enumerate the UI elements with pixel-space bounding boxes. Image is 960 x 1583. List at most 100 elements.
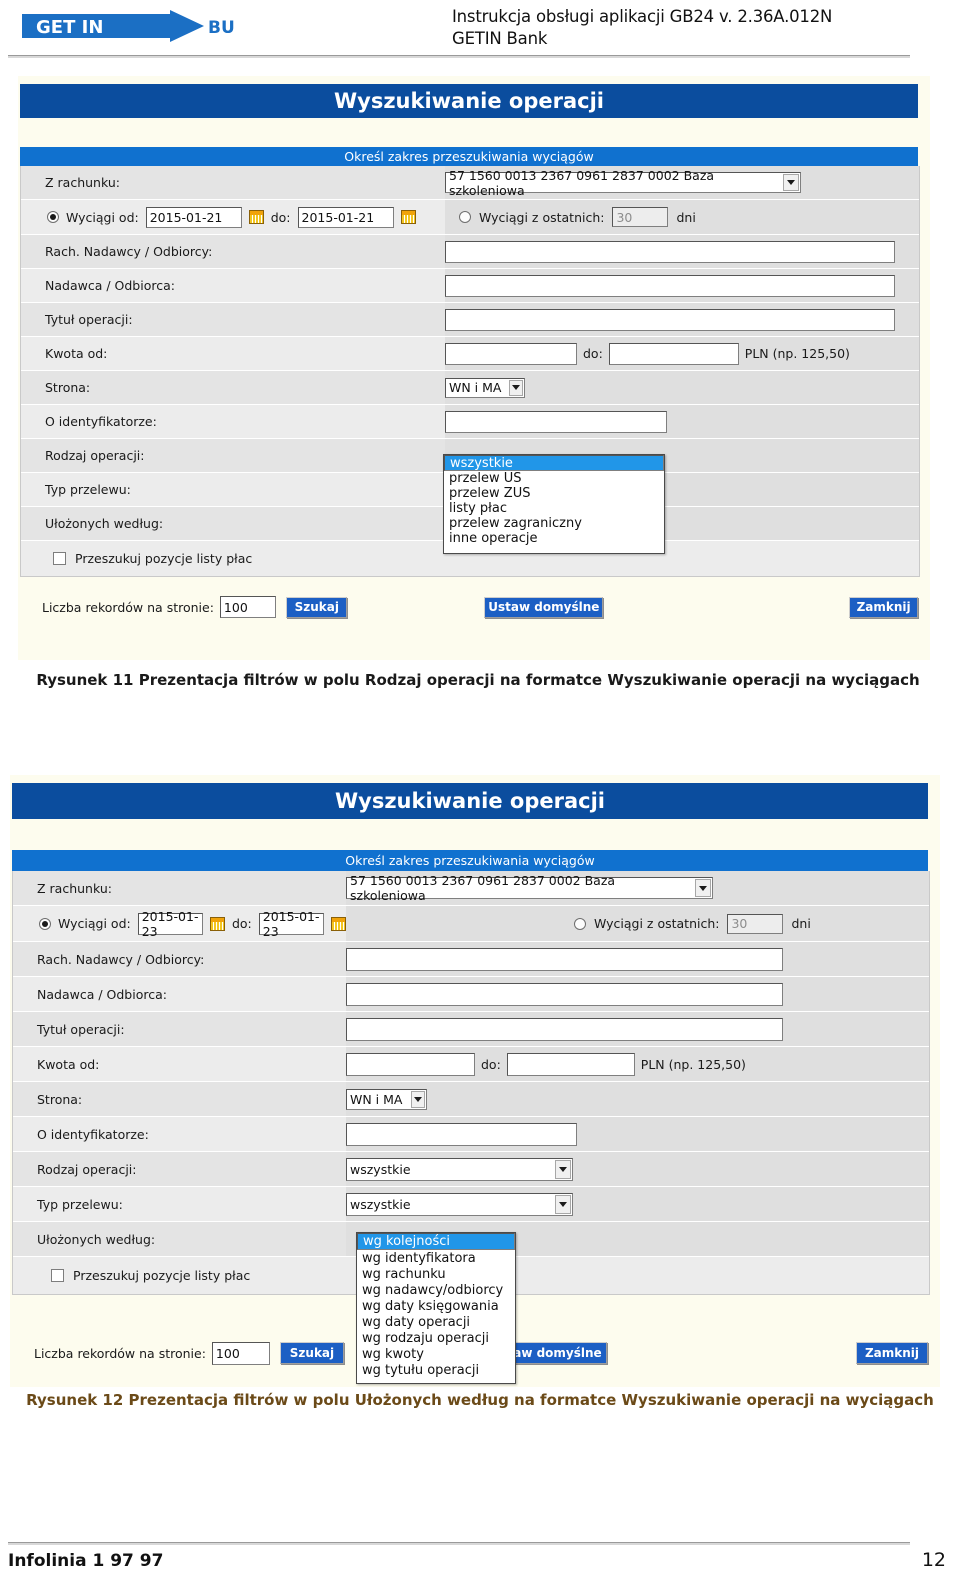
days-input-1[interactable]: 30 — [612, 207, 669, 227]
row-operation-title-2: Tytuł operacji: — [13, 1012, 929, 1047]
label-sorted-by-1: Ułożonych według: — [45, 516, 164, 531]
calendar-icon[interactable] — [209, 916, 225, 931]
search-button-1[interactable]: Szukaj — [286, 596, 348, 618]
dropdown-option[interactable]: przelew zagraniczny — [444, 516, 664, 531]
identifier-input-2[interactable] — [346, 1122, 577, 1146]
amount-to-input-2[interactable] — [506, 1052, 635, 1076]
account-select-1[interactable]: 57 1560 0013 2367 0961 2837 0002 Baza sz… — [445, 168, 801, 198]
label-search-payroll-2: Przeszukuj pozycje listy płac — [73, 1268, 251, 1283]
records-per-page-input-1[interactable]: 100 — [219, 596, 277, 618]
row-identifier-1: O identyfikatorze: — [21, 405, 919, 439]
search-button-2[interactable]: Szukaj — [279, 1342, 345, 1364]
counterparty-account-input-2[interactable] — [346, 947, 783, 971]
row-operation-type-2: Rodzaj operacji: wszystkie — [13, 1152, 929, 1187]
calendar-icon[interactable] — [330, 916, 346, 931]
label-statements-from-1: Wyciągi od: — [66, 209, 139, 225]
form-title-bar-1: Wyszukiwanie operacji — [20, 84, 918, 118]
radio-last-statements-2[interactable] — [574, 917, 586, 930]
dropdown-option[interactable]: wg kolejności — [357, 1233, 515, 1250]
row-side-1: Strona: WN i MA — [21, 371, 919, 405]
section-header-bar-2: Określ zakres przeszukiwania wyciągów — [12, 850, 928, 872]
currency-hint-1: PLN (np. 125,50) — [744, 346, 850, 361]
amount-to-input-1[interactable] — [608, 342, 739, 365]
footer-page-number: 12 — [921, 1549, 946, 1571]
operation-title-input-2[interactable] — [346, 1017, 783, 1041]
counterparty-account-input-1[interactable] — [445, 240, 895, 263]
dropdown-option[interactable]: wg nadawcy/odbiorcy — [357, 1282, 515, 1298]
document-title-line2: GETIN Bank — [452, 29, 548, 48]
operation-type-dropdown-list-1[interactable]: wszystkie przelew US przelew ZUS listy p… — [443, 454, 665, 554]
counterparty-input-1[interactable] — [445, 274, 895, 297]
figure12-screenshot: Wyszukiwanie operacji Określ zakres prze… — [10, 775, 940, 1387]
amount-from-input-1[interactable] — [445, 342, 577, 365]
date-from-input-1[interactable]: 2015-01-21 — [145, 206, 242, 228]
chevron-down-icon — [555, 1159, 571, 1179]
dropdown-option[interactable]: wg tytułu operacji — [357, 1362, 515, 1378]
records-per-page-input-2[interactable]: 100 — [211, 1341, 270, 1365]
dropdown-option[interactable]: wg rodzaju operacji — [357, 1330, 515, 1346]
radio-statements-from-2[interactable] — [39, 917, 51, 930]
label-operation-title-2: Tytuł operacji: — [37, 1021, 125, 1037]
dropdown-option[interactable]: wg daty operacji — [357, 1314, 515, 1330]
date-to-input-1[interactable]: 2015-01-21 — [297, 206, 394, 228]
transfer-type-value-2: wszystkie — [350, 1196, 411, 1212]
label-counterparty-2: Nadawca / Odbiorca: — [37, 986, 167, 1002]
row-amount-1: Kwota od: do: PLN (np. 125,50) — [21, 337, 919, 371]
row-counterparty-1: Nadawca / Odbiorca: — [21, 269, 919, 303]
operation-type-select-2[interactable]: wszystkie — [346, 1157, 573, 1181]
dropdown-option[interactable]: wg daty księgowania — [357, 1298, 515, 1314]
calendar-icon[interactable] — [248, 210, 264, 224]
label-operation-type-1: Rodzaj operacji: — [45, 448, 145, 463]
side-select-2[interactable]: WN i MA — [346, 1088, 427, 1110]
side-select-1[interactable]: WN i MA — [445, 377, 525, 398]
section-header-2: Określ zakres przeszukiwania wyciągów — [345, 853, 595, 868]
close-button-2[interactable]: Zamknij — [856, 1342, 928, 1364]
account-select-2[interactable]: 57 1560 0013 2367 0961 2837 0002 Baza sz… — [346, 873, 713, 903]
counterparty-input-2[interactable] — [346, 982, 783, 1006]
dropdown-option[interactable]: listy płac — [444, 501, 664, 516]
label-account-2: Z rachunku: — [37, 880, 112, 896]
label-side-2: Strona: — [37, 1091, 83, 1107]
header-divider — [8, 55, 910, 58]
label-date-to-2: do: — [231, 916, 252, 931]
radio-statements-from-1[interactable] — [47, 211, 59, 223]
sorted-by-dropdown-list-2[interactable]: wg kolejności wg identyfikatora wg rachu… — [356, 1232, 516, 1384]
dropdown-option[interactable]: wg identyfikatora — [357, 1250, 515, 1266]
operation-type-value-2: wszystkie — [350, 1161, 411, 1177]
dropdown-option[interactable]: wg kwoty — [357, 1346, 515, 1362]
row-identifier-2: O identyfikatorze: — [13, 1117, 929, 1152]
label-transfer-type-2: Typ przelewu: — [37, 1196, 123, 1212]
row-counterparty-account-2: Rach. Nadawcy / Odbiorcy: — [13, 942, 929, 977]
label-days-1: dni — [676, 209, 696, 225]
figure11-screenshot: Wyszukiwanie operacji Określ zakres prze… — [18, 76, 930, 660]
date-from-input-2[interactable]: 2015-01-23 — [137, 909, 203, 939]
side-select-value-1: WN i MA — [449, 380, 502, 395]
calendar-icon[interactable] — [400, 210, 416, 224]
dropdown-option[interactable]: wg rachunku — [357, 1266, 515, 1282]
dropdown-option[interactable]: przelew US — [444, 471, 664, 486]
checkbox-search-payroll-2[interactable] — [51, 1269, 64, 1282]
account-select-value-2: 57 1560 0013 2367 0961 2837 0002 Baza sz… — [350, 873, 616, 903]
close-button-1[interactable]: Zamknij — [849, 596, 918, 618]
amount-from-input-2[interactable] — [346, 1052, 475, 1076]
chevron-down-icon — [509, 379, 523, 396]
form-actions-1: Liczba rekordów na stronie: 100 Szukaj U… — [20, 591, 918, 623]
label-account-1: Z rachunku: — [45, 175, 120, 190]
date-to-input-2[interactable]: 2015-01-23 — [258, 909, 324, 939]
checkbox-search-payroll-1[interactable] — [53, 552, 66, 565]
transfer-type-select-2[interactable]: wszystkie — [346, 1192, 573, 1216]
dropdown-option[interactable]: wszystkie — [444, 455, 664, 471]
document-header: GET IN BUSINESS Instrukcja obsługi aplik… — [0, 0, 960, 62]
row-amount-2: Kwota od: do: PLN (np. 125,50) — [13, 1047, 929, 1082]
identifier-input-1[interactable] — [445, 410, 667, 433]
form-title-2: Wyszukiwanie operacji — [334, 788, 606, 813]
label-counterparty-1: Nadawca / Odbiorca: — [45, 278, 175, 293]
dropdown-option[interactable]: inne operacje — [444, 531, 664, 546]
label-identifier-1: O identyfikatorze: — [45, 414, 157, 429]
dropdown-option[interactable]: przelew ZUS — [444, 486, 664, 501]
days-input-2[interactable]: 30 — [727, 913, 784, 934]
label-date-to-1: do: — [270, 209, 291, 225]
set-default-button-1[interactable]: Ustaw domyślne — [484, 596, 604, 618]
radio-last-statements-1[interactable] — [459, 211, 471, 223]
operation-title-input-1[interactable] — [445, 308, 895, 331]
